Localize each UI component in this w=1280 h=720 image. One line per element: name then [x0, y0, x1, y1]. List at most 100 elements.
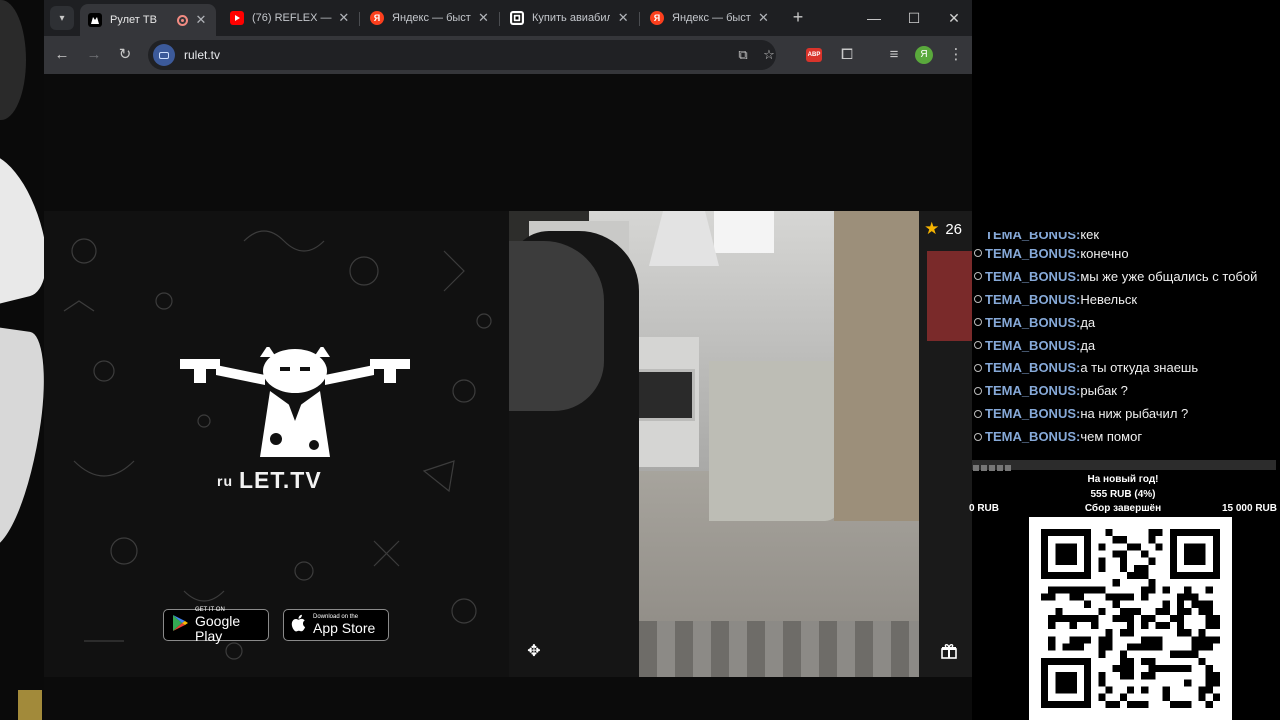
install-app-icon[interactable]: ⧉ [734, 46, 752, 64]
tab-separator [499, 12, 500, 26]
tab-separator [639, 12, 640, 26]
chat-text: конечно [1080, 245, 1129, 261]
chat-text: да [1080, 314, 1096, 330]
tab-title: Яндекс — быстр [672, 12, 751, 24]
app-store-label: App Store [313, 620, 376, 636]
chat-text: мы же уже общались с тобой [1080, 268, 1258, 284]
chat-message: TEMA_BONUS: чем помог [972, 425, 1280, 448]
browser-window: ▾ Рулет ТВ ✕ (76) REFLEX — П ✕ Я Яндекс … [44, 0, 972, 720]
tab-title: Купить авиабил [532, 12, 611, 24]
tab-yandex-1[interactable]: Я Яндекс — быстр ✕ [362, 4, 498, 32]
tab-title: Рулет ТВ [110, 14, 157, 26]
chat-message: TEMA_BONUS: рыбак ? [972, 379, 1280, 402]
tab-title: (76) REFLEX — П [252, 12, 332, 24]
chat-text: рыбак ? [1080, 383, 1128, 399]
chat-bullet-icon [974, 363, 982, 372]
tab-close-icon[interactable]: ✕ [757, 10, 770, 26]
star-counter[interactable]: ★ 26 [924, 219, 962, 239]
rulet-favicon-icon [88, 13, 102, 27]
donation-amount: 555 RUB (4%) [1090, 489, 1156, 500]
chat-bullet-icon [974, 386, 982, 395]
chat-username: TEMA_BONUS: [985, 429, 1081, 445]
donation-max: 15 000 RUB [1221, 503, 1277, 514]
chat-text: а ты откуда знаешь [1080, 360, 1199, 376]
chat-text: да [1080, 337, 1096, 353]
chat-username: TEMA_BONUS: [985, 245, 1081, 261]
site-wordmark: ru LET.TV [217, 467, 322, 494]
media-control-icon[interactable]: ≡ [884, 45, 904, 65]
adblock-extension-icon[interactable]: ABP [806, 48, 822, 62]
background-shape [0, 143, 44, 307]
tab-aviatickets[interactable]: Купить авиабил ✕ [502, 4, 638, 32]
back-icon[interactable]: ← [52, 45, 72, 65]
chat-username: TEMA_BONUS: [985, 360, 1081, 376]
webcam-video[interactable]: ★ 26 ✥ [509, 211, 972, 677]
page-content: ru LET.TV GET IT ON Google Play Download … [44, 74, 972, 720]
yandex-favicon-icon: Я [370, 11, 384, 25]
menu-kebab-icon[interactable]: ⋮ [946, 45, 966, 65]
bookmark-star-icon[interactable]: ☆ [760, 46, 778, 64]
qr-code-icon [1041, 529, 1220, 708]
tab-bar: ▾ Рулет ТВ ✕ (76) REFLEX — П ✕ Я Яндекс … [44, 0, 972, 36]
chat-text: на ниж рыбачил ? [1080, 406, 1189, 422]
gift-icon[interactable] [940, 643, 958, 661]
profile-avatar[interactable]: Я [915, 46, 933, 64]
reload-icon[interactable]: ↻ [115, 45, 135, 65]
donation-qr-code [1029, 517, 1232, 720]
video-scene [919, 211, 972, 677]
tab-close-icon[interactable]: ✕ [477, 10, 490, 26]
chat-message: TEMA_BONUS: мы же уже общались с тобой [972, 265, 1280, 288]
app-store-button[interactable]: Download on the App Store [283, 609, 389, 641]
address-bar[interactable]: rulet.tv ⧉ ☆ [148, 40, 776, 70]
maximize-button[interactable]: ☐ [904, 8, 924, 28]
new-tab-button[interactable]: + [788, 8, 808, 28]
apple-icon [291, 614, 307, 637]
extensions-puzzle-icon[interactable]: ⧠ [837, 45, 857, 65]
chat-username: TEMA_BONUS: [985, 383, 1081, 399]
video-scene [509, 241, 604, 411]
ticket-favicon-icon [510, 11, 524, 25]
tab-search-button[interactable]: ▾ [50, 6, 74, 30]
site-info-icon[interactable] [153, 44, 175, 66]
chat-toolbar [972, 460, 1276, 471]
chat-text: кек [1080, 232, 1100, 242]
chat-message: TEMA_BONUS: конечно [972, 242, 1280, 265]
tab-close-icon[interactable]: ✕ [616, 10, 630, 26]
stream-overlay: TEMA_BONUS: кек TEMA_BONUS: конечно TEMA_B… [969, 0, 1280, 720]
chat-username: TEMA_BONUS: [985, 314, 1081, 330]
tab-title: Яндекс — быстр [392, 12, 471, 24]
chat-username: TEMA_BONUS: [985, 291, 1081, 307]
star-icon: ★ [924, 219, 940, 238]
chat-bullet-icon [974, 249, 982, 258]
tab-rulet[interactable]: Рулет ТВ ✕ [80, 4, 216, 36]
tab-close-icon[interactable]: ✕ [194, 12, 208, 28]
background-stream-strip [0, 0, 44, 720]
chat-bullet-icon [974, 318, 982, 327]
minimize-button[interactable]: — [864, 8, 884, 28]
background-shape [0, 327, 44, 553]
wordmark-prefix: ru [217, 473, 233, 489]
star-count-value: 26 [945, 220, 962, 238]
tab-separator [359, 12, 360, 26]
tab-youtube[interactable]: (76) REFLEX — П ✕ [222, 4, 358, 32]
url-text: rulet.tv [184, 48, 221, 62]
cat-logo-icon [180, 347, 410, 457]
youtube-favicon-icon [230, 11, 244, 25]
tab-close-icon[interactable]: ✕ [338, 10, 350, 26]
close-window-button[interactable]: ✕ [944, 8, 964, 28]
move-icon[interactable]: ✥ [525, 643, 543, 661]
chat-bullet-icon [974, 409, 982, 418]
chat-bullet-icon [974, 341, 982, 349]
tab-yandex-2[interactable]: Я Яндекс — быстр ✕ [642, 4, 778, 32]
google-play-button[interactable]: GET IT ON Google Play [163, 607, 269, 643]
chat-message: TEMA_BONUS: на ниж рыбачил ? [972, 402, 1280, 425]
background-shape [18, 690, 42, 720]
forward-icon[interactable]: → [84, 45, 104, 65]
chat-text: чем помог [1080, 429, 1143, 445]
donation-goal-title: На новый год! [1087, 474, 1159, 485]
background-shape [0, 0, 26, 120]
brand-panel: ru LET.TV GET IT ON Google Play Download … [44, 211, 509, 677]
chat-username: TEMA_BONUS: [985, 337, 1081, 353]
wordmark-main: LET.TV [239, 467, 322, 493]
chat-username: TEMA_BONUS: [985, 268, 1081, 284]
